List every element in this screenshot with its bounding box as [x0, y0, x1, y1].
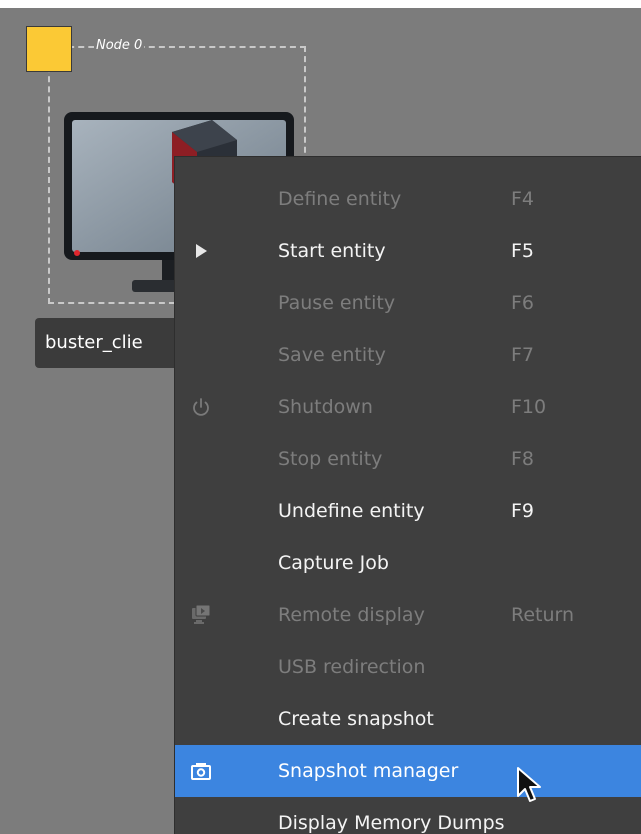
- camera-icon: [187, 757, 215, 785]
- menu-item-display-memory-dumps[interactable]: Display Memory Dumps: [175, 797, 641, 834]
- context-menu: Define entity F4 Start entity F5 Pause e…: [174, 156, 641, 834]
- menu-item-shortcut: Return: [511, 604, 575, 626]
- remote-display-icon: [187, 601, 215, 629]
- menu-item-label: Create snapshot: [278, 708, 434, 730]
- menu-item-label: Snapshot manager: [278, 760, 459, 782]
- menu-item-label: Shutdown: [278, 396, 373, 418]
- mouse-cursor-icon: [517, 767, 541, 802]
- menu-item-save-entity[interactable]: Save entity F7: [175, 329, 641, 381]
- menu-item-shortcut: F9: [511, 500, 535, 522]
- menu-item-pause-entity[interactable]: Pause entity F6: [175, 277, 641, 329]
- menu-item-shortcut: F8: [511, 448, 535, 470]
- menu-item-shortcut: F4: [511, 188, 535, 210]
- menu-item-remote-display[interactable]: Remote display Return: [175, 589, 641, 641]
- entity-label[interactable]: buster_clie: [35, 318, 185, 368]
- play-icon: [187, 237, 215, 265]
- menu-item-label: Define entity: [278, 188, 402, 210]
- menu-item-usb-redirection[interactable]: USB redirection: [175, 641, 641, 693]
- menu-item-label: Pause entity: [278, 292, 396, 314]
- menu-item-label: Capture Job: [278, 552, 389, 574]
- canvas-top-edge: [0, 0, 641, 8]
- menu-item-stop-entity[interactable]: Stop entity F8: [175, 433, 641, 485]
- node-color-swatch[interactable]: [26, 26, 72, 72]
- menu-item-label: Display Memory Dumps: [278, 812, 505, 834]
- power-icon: [187, 393, 215, 421]
- node-label: Node 0: [94, 38, 145, 54]
- menu-item-label: Start entity: [278, 240, 386, 262]
- topology-canvas[interactable]: Node 0 buster_clie Define entity F4 Star…: [0, 0, 641, 834]
- menu-item-shortcut: F6: [511, 292, 535, 314]
- menu-item-shortcut: F10: [511, 396, 547, 418]
- menu-item-label: Remote display: [278, 604, 425, 626]
- menu-item-snapshot-manager[interactable]: Snapshot manager: [175, 745, 641, 797]
- menu-item-label: Save entity: [278, 344, 386, 366]
- menu-item-shortcut: F5: [511, 240, 535, 262]
- menu-item-define-entity[interactable]: Define entity F4: [175, 173, 641, 225]
- menu-item-shortcut: F7: [511, 344, 535, 366]
- menu-item-label: Undefine entity: [278, 500, 425, 522]
- menu-item-label: Stop entity: [278, 448, 383, 470]
- menu-item-undefine-entity[interactable]: Undefine entity F9: [175, 485, 641, 537]
- menu-item-start-entity[interactable]: Start entity F5: [175, 225, 641, 277]
- menu-item-shutdown[interactable]: Shutdown F10: [175, 381, 641, 433]
- menu-item-label: USB redirection: [278, 656, 426, 678]
- menu-item-capture-job[interactable]: Capture Job: [175, 537, 641, 589]
- menu-item-create-snapshot[interactable]: Create snapshot: [175, 693, 641, 745]
